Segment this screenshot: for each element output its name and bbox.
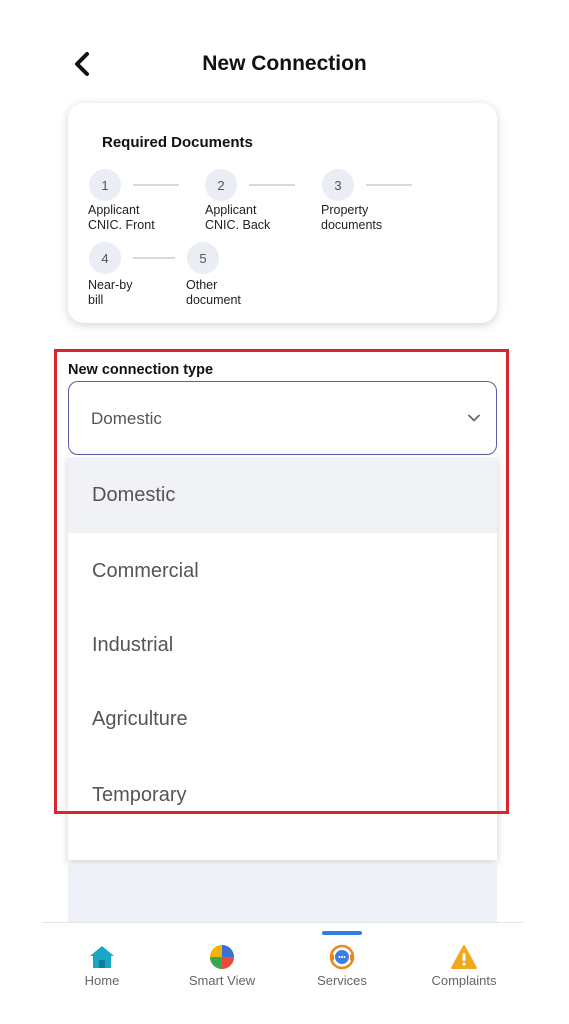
nav-smart-view[interactable]: Smart View [162,923,282,1003]
option-agriculture[interactable]: Agriculture [68,681,497,757]
option-industrial[interactable]: Industrial [68,607,497,683]
step-number: 1 [89,169,121,201]
required-documents-title: Required Documents [102,134,253,151]
step-number: 2 [205,169,237,201]
active-tab-indicator [322,931,362,935]
nav-label: Services [317,973,367,988]
document-step-1: 1 [89,169,179,201]
step-connector [133,184,179,186]
selected-value: Domestic [91,409,162,428]
nav-label: Complaints [431,973,497,988]
nav-complaints[interactable]: Complaints [404,923,524,1003]
nav-label: Home [84,973,120,988]
pie-chart-icon [210,945,234,969]
step-label: Applicant CNIC. Front [88,203,155,232]
step-number: 3 [322,169,354,201]
connection-type-select[interactable]: Domestic [68,381,497,455]
step-label: Property documents [321,203,383,232]
option-commercial[interactable]: Commercial [68,533,497,609]
document-step-5: 5 [187,242,219,274]
page-title: New Connection [202,52,367,75]
document-step-4: 4 [89,242,175,274]
chevron-down-icon [468,414,480,422]
document-step-2: 2 [205,169,295,201]
step-label: Applicant CNIC. Back [205,203,271,232]
connection-type-label: New connection type [68,362,214,378]
step-connector [366,184,412,186]
support-agent-icon [329,944,355,970]
document-step-3: 3 [322,169,412,201]
nav-label: Smart View [188,973,256,988]
bottom-navigation: Home Smart View Services Complaints [42,922,523,1024]
step-number: 5 [187,242,219,274]
home-icon [90,946,114,968]
nav-services[interactable]: Services [282,923,402,1003]
option-temporary[interactable]: Temporary [68,757,497,833]
required-documents-card: Required Documents 1 Applicant CNIC. Fro… [68,103,497,323]
option-domestic[interactable]: Domestic [68,457,497,533]
step-label: Other document [186,278,241,307]
warning-icon [451,945,477,969]
form-section-placeholder [68,865,497,923]
app-header: New Connection [0,36,569,92]
nav-home[interactable]: Home [42,923,162,1003]
connection-type-dropdown: Domestic Commercial Industrial Agricultu… [68,455,497,860]
step-label: Near-by bill [88,278,133,307]
step-connector [249,184,295,186]
step-number: 4 [89,242,121,274]
step-connector [133,257,175,259]
